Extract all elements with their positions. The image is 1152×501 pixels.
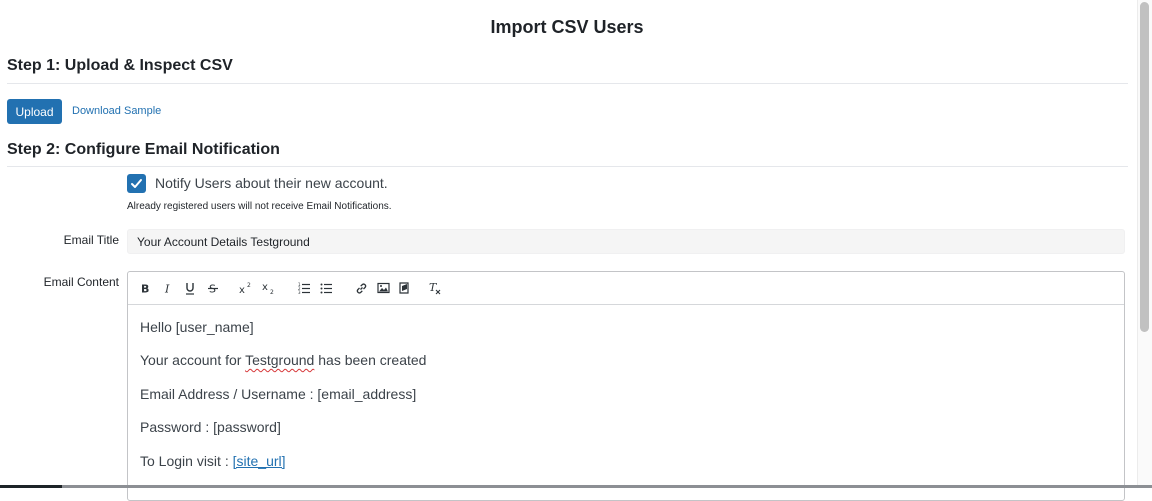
svg-text:I: I [164,283,170,295]
svg-text:2: 2 [247,282,251,289]
email-content-editor[interactable]: B I S x2 x2 1 2 3 T Hello [user_name] Yo… [127,271,1125,501]
video-icon[interactable] [396,280,412,296]
svg-text:x: x [262,282,268,293]
email-title-label: Email Title [63,233,119,247]
svg-text:x: x [239,285,245,294]
superscript-icon[interactable]: x2 [238,280,254,296]
email-title-input[interactable] [127,229,1125,254]
account-site-name: Testground [245,352,315,368]
content-greeting: Hello [user_name] [140,319,254,335]
svg-text:T: T [429,281,438,294]
notify-users-checkbox[interactable] [127,174,146,193]
login-prefix: To Login visit : [140,453,233,469]
site-url-link[interactable]: [site_url] [233,453,286,469]
bullet-list-icon[interactable] [318,280,334,296]
bold-icon[interactable]: B [137,280,153,296]
notify-users-label[interactable]: Notify Users about their new account. [155,175,388,191]
notification-note: Already registered users will not receiv… [127,201,392,212]
clear-format-icon[interactable]: T [427,280,443,296]
content-account-line: Your account for Testground has been cre… [140,352,426,368]
underline-icon[interactable] [182,280,198,296]
italic-icon[interactable]: I [160,280,176,296]
ordered-list-icon[interactable]: 1 2 3 [296,280,312,296]
svg-text:2: 2 [270,289,274,295]
account-prefix: Your account for [140,352,246,368]
content-password-line: Password : [password] [140,419,281,435]
svg-text:3: 3 [298,290,301,294]
svg-text:B: B [141,283,149,295]
page-title: Import CSV Users [490,17,644,37]
step2-heading: Step 2: Configure Email Notification [7,141,280,158]
editor-toolbar: B I S x2 x2 1 2 3 T [128,272,1124,305]
divider [7,166,1128,167]
content-login-line: To Login visit : [site_url] [140,453,286,469]
email-content-label: Email Content [43,275,119,289]
divider [7,83,1128,84]
checkmark-icon [131,179,142,188]
link-icon[interactable] [353,280,369,296]
content-email-line: Email Address / Username : [email_addres… [140,386,417,402]
download-sample-link[interactable]: Download Sample [72,105,161,117]
upload-button[interactable]: Upload [7,99,62,124]
image-icon[interactable] [375,280,391,296]
strikethrough-icon[interactable]: S [205,280,221,296]
scrollbar-thumb[interactable] [1140,2,1149,332]
subscript-icon[interactable]: x2 [261,280,277,296]
account-suffix: has been created [314,352,427,368]
step1-heading: Step 1: Upload & Inspect CSV [7,57,233,74]
